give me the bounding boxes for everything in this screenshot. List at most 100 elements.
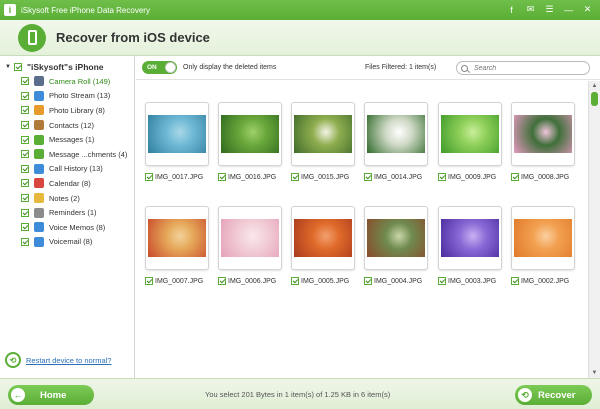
photo-image <box>148 115 206 153</box>
page-header: Recover from iOS device <box>0 20 600 56</box>
sidebar-item[interactable]: Photo Library (8) <box>0 103 134 118</box>
device-label: "iSkysoft"s iPhone <box>26 62 104 72</box>
photo-card[interactable]: IMG_0017.JPG <box>145 102 211 181</box>
photo-filename: IMG_0015.JPG <box>301 173 350 181</box>
photo-checkbox[interactable] <box>364 277 372 285</box>
sidebar-item[interactable]: Voicemail (8) <box>0 235 134 250</box>
vertical-scrollbar[interactable]: ▲ ▼ <box>588 81 600 378</box>
scroll-up-icon[interactable]: ▲ <box>589 81 600 91</box>
category-checkbox[interactable] <box>21 150 29 159</box>
feedback-icon[interactable]: ✉ <box>524 3 537 16</box>
category-checkbox[interactable] <box>21 91 29 100</box>
scroll-down-icon[interactable]: ▼ <box>589 368 600 378</box>
app-logo-icon: i <box>4 4 16 16</box>
sidebar-item[interactable]: Camera Roll (149) <box>0 74 134 89</box>
page-title: Recover from iOS device <box>56 30 210 45</box>
photo-thumbnail[interactable] <box>145 206 209 270</box>
photo-thumbnail[interactable] <box>511 102 575 166</box>
photo-card[interactable]: IMG_0008.JPG <box>511 102 577 181</box>
photo-filename: IMG_0014.JPG <box>374 173 423 181</box>
category-checkbox[interactable] <box>21 194 29 203</box>
photo-image <box>221 219 279 257</box>
facebook-icon[interactable]: f <box>505 3 518 16</box>
category-checkbox[interactable] <box>21 77 29 86</box>
sidebar-item-label: Voicemail (8) <box>49 237 93 247</box>
device-checkbox[interactable] <box>13 63 22 71</box>
scrollbar-thumb[interactable] <box>591 92 598 106</box>
photo-caption: IMG_0014.JPG <box>364 173 430 181</box>
photo-checkbox[interactable] <box>364 173 372 181</box>
photo-checkbox[interactable] <box>511 277 519 285</box>
close-icon[interactable]: ✕ <box>581 3 594 16</box>
photo-thumbnail[interactable] <box>438 102 502 166</box>
photo-card[interactable]: IMG_0009.JPG <box>438 102 504 181</box>
toggle-label: ON <box>147 64 157 71</box>
sidebar-item[interactable]: Call History (13) <box>0 162 134 177</box>
restart-device-link[interactable]: Restart device to normal? <box>26 356 111 365</box>
sidebar-item[interactable]: Messages (1) <box>0 132 134 147</box>
device-node[interactable]: ▼ "iSkysoft"s iPhone <box>0 60 134 74</box>
sidebar-item[interactable]: Message ...chments (4) <box>0 147 134 162</box>
photo-checkbox[interactable] <box>511 173 519 181</box>
recover-button[interactable]: ⟲ Recover <box>515 385 592 405</box>
photo-card[interactable]: IMG_0007.JPG <box>145 206 211 285</box>
photo-thumbnail[interactable] <box>291 102 355 166</box>
footer-bar: ← Home You select 201 Bytes in 1 item(s)… <box>0 378 600 409</box>
photo-card[interactable]: IMG_0006.JPG <box>218 206 284 285</box>
photo-checkbox[interactable] <box>438 173 446 181</box>
window-title: iSkysoft Free iPhone Data Recovery <box>21 5 150 15</box>
restart-icon[interactable]: ⟲ <box>5 352 21 368</box>
photo-thumbnail[interactable] <box>291 206 355 270</box>
category-checkbox[interactable] <box>21 121 29 130</box>
sidebar-item[interactable]: Notes (2) <box>0 191 134 206</box>
category-checkbox[interactable] <box>21 237 29 246</box>
sidebar-item[interactable]: Reminders (1) <box>0 205 134 220</box>
menu-icon[interactable]: ☰ <box>543 3 556 16</box>
photo-checkbox[interactable] <box>145 173 153 181</box>
category-checkbox[interactable] <box>21 164 29 173</box>
photo-card[interactable]: IMG_0002.JPG <box>511 206 577 285</box>
photo-checkbox[interactable] <box>291 277 299 285</box>
photo-thumbnail[interactable] <box>438 206 502 270</box>
category-checkbox[interactable] <box>21 106 29 115</box>
search-box[interactable] <box>456 61 590 75</box>
notes-icon <box>34 193 44 204</box>
sidebar-item[interactable]: Voice Memos (8) <box>0 220 134 235</box>
sidebar-item[interactable]: Contacts (12) <box>0 118 134 133</box>
photo-caption: IMG_0002.JPG <box>511 277 577 285</box>
category-checkbox[interactable] <box>21 223 29 232</box>
deleted-only-toggle[interactable]: ON <box>142 61 177 74</box>
sidebar-item[interactable]: Photo Stream (13) <box>0 89 134 104</box>
sidebar-item[interactable]: Calendar (8) <box>0 176 134 191</box>
photo-checkbox[interactable] <box>145 277 153 285</box>
photo-library-icon <box>34 105 44 116</box>
photo-card[interactable]: IMG_0014.JPG <box>364 102 430 181</box>
photo-thumbnail[interactable] <box>511 206 575 270</box>
collapse-icon[interactable]: ▼ <box>5 64 11 70</box>
photo-card[interactable]: IMG_0016.JPG <box>218 102 284 181</box>
photo-checkbox[interactable] <box>291 173 299 181</box>
photo-card[interactable]: IMG_0003.JPG <box>438 206 504 285</box>
photo-thumbnail[interactable] <box>364 206 428 270</box>
photo-checkbox[interactable] <box>218 173 226 181</box>
photo-image <box>514 115 572 153</box>
photo-thumbnail[interactable] <box>218 206 282 270</box>
photo-card[interactable]: IMG_0004.JPG <box>364 206 430 285</box>
photo-thumbnail[interactable] <box>145 102 209 166</box>
photo-card[interactable]: IMG_0015.JPG <box>291 102 357 181</box>
home-button[interactable]: ← Home <box>8 385 94 405</box>
photo-card[interactable]: IMG_0005.JPG <box>291 206 357 285</box>
restart-device[interactable]: ⟲ Restart device to normal? <box>5 352 111 368</box>
search-input[interactable] <box>474 64 584 72</box>
minimize-icon[interactable]: — <box>562 3 575 16</box>
category-checkbox[interactable] <box>21 135 29 144</box>
category-checkbox[interactable] <box>21 208 29 217</box>
photo-thumbnail[interactable] <box>218 102 282 166</box>
photo-checkbox[interactable] <box>218 277 226 285</box>
sidebar-item-label: Reminders (1) <box>49 208 97 218</box>
toggle-knob[interactable] <box>165 62 176 73</box>
photo-thumbnail[interactable] <box>364 102 428 166</box>
category-checkbox[interactable] <box>21 179 29 188</box>
photo-caption: IMG_0016.JPG <box>218 173 284 181</box>
photo-checkbox[interactable] <box>438 277 446 285</box>
